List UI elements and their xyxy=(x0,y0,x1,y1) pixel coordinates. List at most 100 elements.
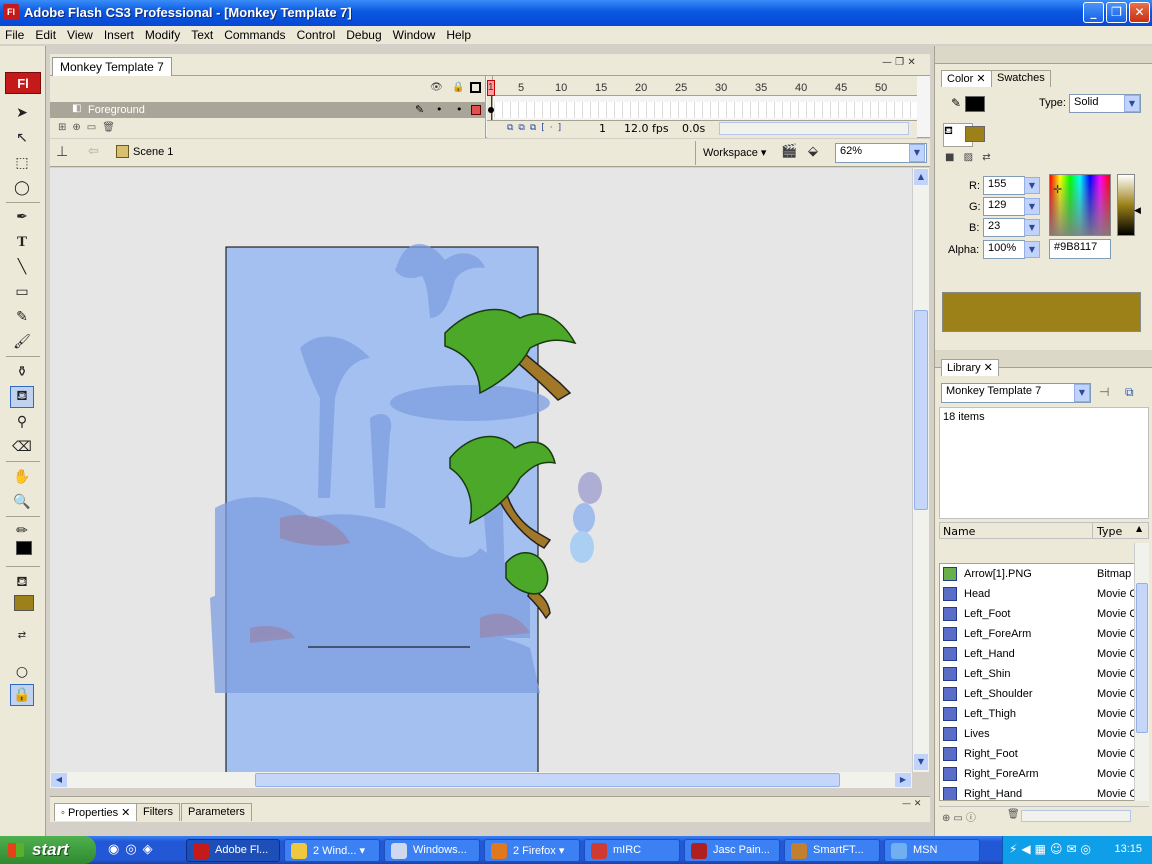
taskbtn-firefox[interactable]: 2 Firefox ▾ xyxy=(484,839,580,862)
library-action-icons[interactable]: ⊕▭ⓘ xyxy=(942,809,979,824)
paint-bucket-tool-icon[interactable]: ⛾ xyxy=(10,386,34,408)
menu-control[interactable]: Control xyxy=(292,26,342,44)
library-item[interactable]: Left_ForeArm Movie C xyxy=(940,624,1134,644)
alpha-field[interactable]: 100% xyxy=(983,240,1025,259)
stage-horizontal-scrollbar[interactable]: ◀ ▶ xyxy=(50,772,912,788)
library-item[interactable]: Left_Foot Movie C xyxy=(940,604,1134,624)
menu-insert[interactable]: Insert xyxy=(99,26,140,44)
menu-modify[interactable]: Modify xyxy=(140,26,186,44)
tab-swatches[interactable]: Swatches xyxy=(991,70,1051,87)
document-window-controls[interactable]: — ❐ ✕ xyxy=(882,57,926,68)
menu-commands[interactable]: Commands xyxy=(219,26,291,44)
menu-view[interactable]: View xyxy=(62,26,99,44)
zoom-tool-icon[interactable]: 🔍 xyxy=(10,491,34,513)
stroke-color-swatch[interactable] xyxy=(16,541,32,555)
outline-icon[interactable] xyxy=(470,82,481,93)
library-item[interactable]: Head Movie C xyxy=(940,584,1134,604)
edit-symbols-icon[interactable]: ⬙ xyxy=(808,144,818,159)
blue-field[interactable]: 23 xyxy=(983,218,1025,237)
taskbtn-flash[interactable]: Adobe Fl... xyxy=(186,839,280,862)
hand-tool-icon[interactable]: ✋ xyxy=(10,466,34,488)
minimize-button[interactable]: _ xyxy=(1083,2,1104,23)
library-item[interactable]: Arrow[1].PNG Bitmap xyxy=(940,564,1134,584)
brush-tool-icon[interactable]: 🖌 xyxy=(10,331,34,353)
library-item[interactable]: Lives Movie C xyxy=(940,724,1134,744)
quick-launch-icons[interactable]: ◉◎◈ xyxy=(108,842,159,857)
back-arrow-icon[interactable]: ⇦ xyxy=(88,144,99,159)
taskbtn-smartftp[interactable]: SmartFT... xyxy=(784,839,880,862)
hex-field[interactable]: #9B8117 xyxy=(1049,239,1111,259)
layer-buttons[interactable]: ⊞⊕▭🗑 xyxy=(58,122,121,133)
library-item[interactable]: Left_Shoulder Movie C xyxy=(940,684,1134,704)
new-library-icon[interactable]: ⧉ xyxy=(1125,385,1134,400)
menu-help[interactable]: Help xyxy=(441,26,477,44)
timeline-toggle-icon[interactable]: ⊥ xyxy=(56,144,68,160)
green-field[interactable]: 129 xyxy=(983,197,1025,216)
rectangle-tool-icon[interactable]: ▭ xyxy=(10,281,34,303)
library-item[interactable]: Left_Thigh Movie C xyxy=(940,704,1134,724)
layer-row-foreground[interactable]: ◧ Foreground ✎ • • xyxy=(50,102,486,118)
fill-color-swatch[interactable] xyxy=(14,595,34,611)
library-item[interactable]: Right_Foot Movie C xyxy=(940,744,1134,764)
text-tool-icon[interactable]: T xyxy=(10,231,34,253)
timeline-hscroll[interactable] xyxy=(719,122,909,135)
tab-library[interactable]: Library ✕ xyxy=(941,359,999,376)
library-item[interactable]: Right_ForeArm Movie C xyxy=(940,764,1134,784)
stage-vertical-scrollbar[interactable]: ▲ ▼ xyxy=(912,168,929,772)
edit-scene-icon[interactable]: 🎬 xyxy=(781,144,797,159)
blue-dropdown[interactable]: ▼ xyxy=(1024,219,1040,236)
taskbtn-mirc[interactable]: mIRC xyxy=(584,839,680,862)
document-tab[interactable]: Monkey Template 7 xyxy=(52,57,172,76)
eye-icon[interactable]: 👁 xyxy=(430,82,443,93)
green-dropdown[interactable]: ▼ xyxy=(1024,198,1040,215)
pen-tool-icon[interactable]: ✒ xyxy=(10,206,34,228)
taskbtn-jasc-paint[interactable]: Jasc Pain... xyxy=(684,839,780,862)
lock-icon[interactable]: 🔒 xyxy=(452,82,464,93)
swap-colors-icon[interactable]: ⇄ xyxy=(10,624,34,646)
eyedropper-tool-icon[interactable]: ⚲ xyxy=(10,411,34,433)
taskbtn-media-player[interactable]: Windows... xyxy=(384,839,480,862)
taskbtn-msn[interactable]: MSN xyxy=(884,839,980,862)
selection-tool-icon[interactable]: ➤ xyxy=(10,102,34,124)
scene-label[interactable]: Scene 1 xyxy=(133,146,173,158)
color-swap-icons[interactable]: ■ ▨ ⇄ xyxy=(945,152,994,163)
library-item[interactable]: Left_Shin Movie C xyxy=(940,664,1134,684)
menu-text[interactable]: Text xyxy=(186,26,219,44)
stroke-swatch[interactable] xyxy=(965,96,985,112)
line-tool-icon[interactable]: ╲ xyxy=(10,256,34,278)
tray-icons[interactable]: ⚡◀▦☺✉◎ xyxy=(1009,842,1095,856)
menu-edit[interactable]: Edit xyxy=(30,26,62,44)
menu-window[interactable]: Window xyxy=(388,26,442,44)
subselection-tool-icon[interactable]: ↖ xyxy=(10,127,34,149)
red-dropdown[interactable]: ▼ xyxy=(1024,177,1040,194)
red-field[interactable]: 155 xyxy=(983,176,1025,195)
alpha-dropdown[interactable]: ▼ xyxy=(1024,241,1040,258)
library-item[interactable]: Right_Hand Movie C xyxy=(940,784,1134,800)
object-drawing-icon[interactable]: ○ xyxy=(10,661,34,683)
menu-file[interactable]: File xyxy=(0,26,30,44)
library-delete-icon[interactable]: 🗑 xyxy=(1007,809,1020,820)
library-document-dropdown[interactable]: ▼ xyxy=(1074,384,1090,402)
frames-area[interactable]: 1 5 10 15 20 25 30 35 40 45 50 ⧉⧉⧉[·] 1 … xyxy=(487,76,917,138)
library-item[interactable]: Left_Hand Movie C xyxy=(940,644,1134,664)
workspace-menu[interactable]: Workspace ▾ xyxy=(703,146,766,159)
lasso-tool-icon[interactable]: ◯ xyxy=(10,177,34,199)
menu-debug[interactable]: Debug xyxy=(341,26,387,44)
onion-skin-icons[interactable]: ⧉⧉⧉[·] xyxy=(507,123,566,133)
library-vscroll[interactable] xyxy=(1134,543,1149,801)
fill-swatch[interactable] xyxy=(965,126,985,142)
fill-type-dropdown[interactable]: ▼ xyxy=(1124,95,1140,112)
restore-button[interactable]: ❐ xyxy=(1106,2,1127,23)
taskbtn-windows-explorer[interactable]: 2 Wind... ▾ xyxy=(284,839,380,862)
color-spectrum-picker[interactable]: ✛ xyxy=(1049,174,1111,236)
close-button[interactable]: ✕ xyxy=(1129,2,1150,23)
library-col-type[interactable]: Type xyxy=(1097,525,1122,538)
library-col-name[interactable]: Name xyxy=(943,525,975,538)
tab-parameters[interactable]: Parameters xyxy=(181,803,252,821)
tab-properties[interactable]: ◦ Properties ✕ xyxy=(54,803,138,821)
brightness-slider[interactable] xyxy=(1117,174,1135,236)
snap-to-objects-icon[interactable]: 🔒 xyxy=(10,684,34,706)
ink-bottle-tool-icon[interactable]: ⚱ xyxy=(10,361,34,383)
pencil-tool-icon[interactable]: ✎ xyxy=(10,306,34,328)
tab-color[interactable]: Color ✕ xyxy=(941,70,992,87)
